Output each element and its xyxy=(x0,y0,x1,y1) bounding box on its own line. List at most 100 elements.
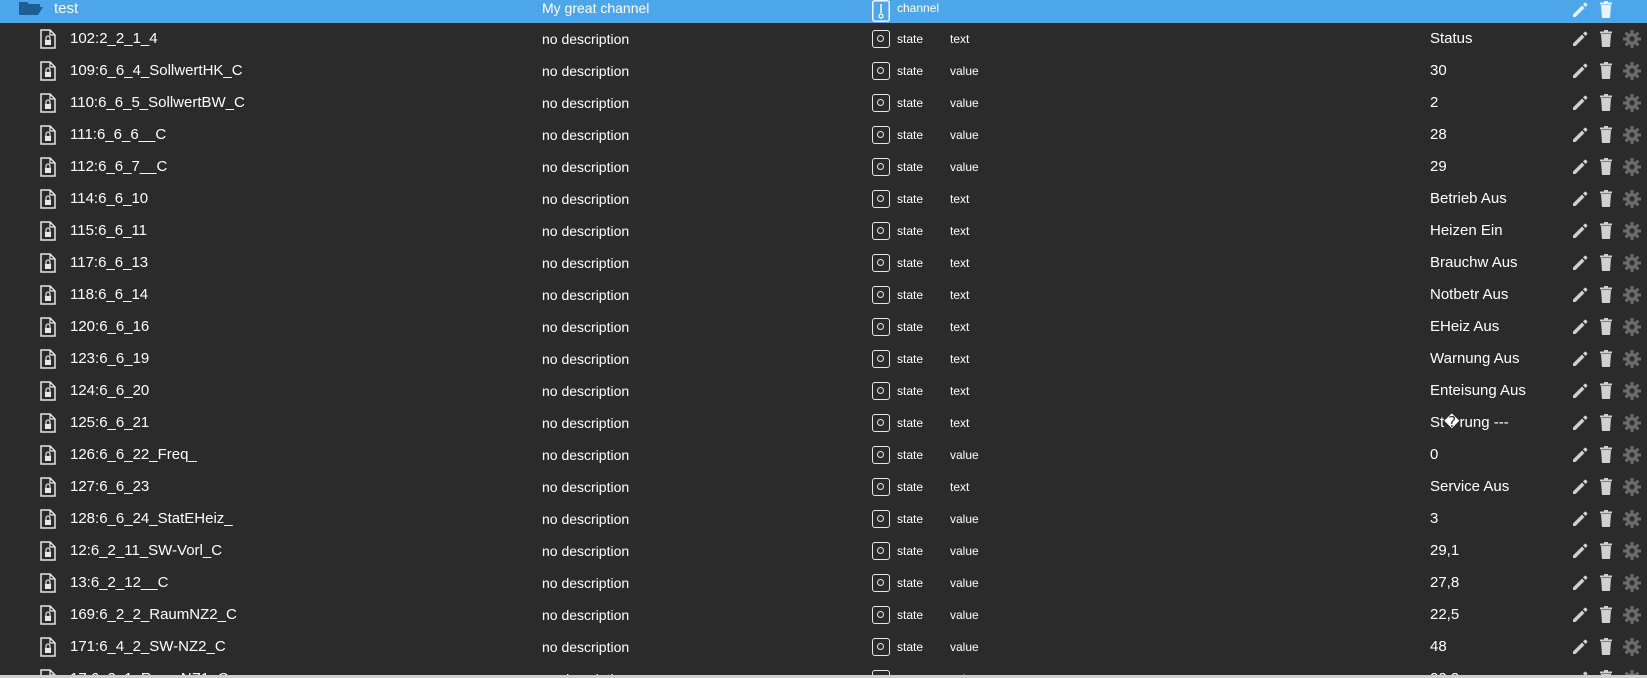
gear-icon[interactable] xyxy=(1622,509,1642,529)
trash-icon[interactable] xyxy=(1596,157,1616,177)
pencil-icon[interactable] xyxy=(1570,413,1590,433)
gear-icon[interactable] xyxy=(1622,413,1642,433)
gear-icon[interactable] xyxy=(1622,189,1642,209)
state-value[interactable]: 28 xyxy=(1430,119,1447,151)
state-row[interactable]: 13:6_2_12__C no description state value … xyxy=(0,567,1647,599)
trash-icon[interactable] xyxy=(1596,29,1616,49)
state-row[interactable]: 12:6_2_11_SW-Vorl_C no description state… xyxy=(0,535,1647,567)
pencil-icon[interactable] xyxy=(1570,93,1590,113)
state-value[interactable]: Enteisung Aus xyxy=(1430,375,1526,407)
trash-icon[interactable] xyxy=(1596,605,1616,625)
pencil-icon[interactable] xyxy=(1570,573,1590,593)
state-row[interactable]: 169:6_2_2_RaumNZ2_C no description state… xyxy=(0,599,1647,631)
trash-icon[interactable] xyxy=(1596,509,1616,529)
pencil-icon[interactable] xyxy=(1570,221,1590,241)
pencil-icon[interactable] xyxy=(1570,285,1590,305)
gear-icon[interactable] xyxy=(1622,445,1642,465)
state-value[interactable]: 48 xyxy=(1430,631,1447,663)
trash-icon[interactable] xyxy=(1596,125,1616,145)
gear-icon[interactable] xyxy=(1622,125,1642,145)
trash-icon[interactable] xyxy=(1596,317,1616,337)
pencil-icon[interactable] xyxy=(1570,509,1590,529)
trash-icon[interactable] xyxy=(1596,93,1616,113)
gear-icon[interactable] xyxy=(1622,541,1642,561)
pencil-icon[interactable] xyxy=(1570,477,1590,497)
state-value[interactable]: Heizen Ein xyxy=(1430,215,1503,247)
gear-icon[interactable] xyxy=(1622,573,1642,593)
pencil-icon[interactable] xyxy=(1570,29,1590,49)
trash-icon[interactable] xyxy=(1596,573,1616,593)
state-row[interactable]: 120:6_6_16 no description state text EHe… xyxy=(0,311,1647,343)
state-value[interactable]: 29,1 xyxy=(1430,535,1459,567)
state-row[interactable]: 110:6_6_5_SollwertBW_C no description st… xyxy=(0,87,1647,119)
state-row[interactable]: 171:6_4_2_SW-NZ2_C no description state … xyxy=(0,631,1647,663)
pencil-icon[interactable] xyxy=(1570,189,1590,209)
state-value[interactable]: Betrieb Aus xyxy=(1430,183,1507,215)
state-value[interactable]: Service Aus xyxy=(1430,471,1509,503)
pencil-icon[interactable] xyxy=(1570,61,1590,81)
pencil-icon[interactable] xyxy=(1570,317,1590,337)
trash-icon[interactable] xyxy=(1596,221,1616,241)
gear-icon[interactable] xyxy=(1622,381,1642,401)
gear-icon[interactable] xyxy=(1622,637,1642,657)
state-row[interactable]: 109:6_6_4_SollwertHK_C no description st… xyxy=(0,55,1647,87)
state-value[interactable]: 0 xyxy=(1430,439,1438,471)
state-value[interactable]: Warnung Aus xyxy=(1430,343,1520,375)
pencil-icon[interactable] xyxy=(1570,253,1590,273)
pencil-icon[interactable] xyxy=(1570,605,1590,625)
trash-icon[interactable] xyxy=(1596,349,1616,369)
gear-icon[interactable] xyxy=(1622,93,1642,113)
state-value[interactable]: 22,5 xyxy=(1430,599,1459,631)
state-row[interactable]: 125:6_6_21 no description state text St�… xyxy=(0,407,1647,439)
state-row[interactable]: 112:6_6_7__C no description state value … xyxy=(0,151,1647,183)
trash-icon[interactable] xyxy=(1596,477,1616,497)
trash-icon[interactable] xyxy=(1596,253,1616,273)
pencil-icon[interactable] xyxy=(1570,157,1590,177)
state-row[interactable]: 124:6_6_20 no description state text Ent… xyxy=(0,375,1647,407)
state-row[interactable]: 126:6_6_22_Freq_ no description state va… xyxy=(0,439,1647,471)
state-row[interactable]: 111:6_6_6__C no description state value … xyxy=(0,119,1647,151)
gear-icon[interactable] xyxy=(1622,317,1642,337)
pencil-icon[interactable] xyxy=(1570,125,1590,145)
pencil-icon[interactable] xyxy=(1570,381,1590,401)
gear-icon[interactable] xyxy=(1622,157,1642,177)
state-row[interactable]: 115:6_6_11 no description state text Hei… xyxy=(0,215,1647,247)
state-row[interactable]: 114:6_6_10 no description state text Bet… xyxy=(0,183,1647,215)
folder-open-icon[interactable] xyxy=(18,0,44,16)
trash-icon[interactable] xyxy=(1596,61,1616,81)
state-row[interactable]: 123:6_6_19 no description state text War… xyxy=(0,343,1647,375)
trash-icon[interactable] xyxy=(1596,445,1616,465)
trash-icon[interactable] xyxy=(1596,637,1616,657)
state-value[interactable]: EHeiz Aus xyxy=(1430,311,1499,343)
state-value[interactable]: 2 xyxy=(1430,87,1438,119)
state-value[interactable]: 29 xyxy=(1430,151,1447,183)
gear-icon[interactable] xyxy=(1622,29,1642,49)
pencil-icon[interactable] xyxy=(1570,445,1590,465)
trash-icon[interactable] xyxy=(1596,285,1616,305)
gear-icon[interactable] xyxy=(1622,253,1642,273)
state-row[interactable]: 127:6_6_23 no description state text Ser… xyxy=(0,471,1647,503)
gear-icon[interactable] xyxy=(1622,221,1642,241)
trash-icon[interactable] xyxy=(1596,0,1616,20)
channel-row[interactable]: test My great channel channel xyxy=(0,0,1647,23)
gear-icon[interactable] xyxy=(1622,605,1642,625)
state-row[interactable]: 118:6_6_14 no description state text Not… xyxy=(0,279,1647,311)
state-value[interactable]: 27,8 xyxy=(1430,567,1459,599)
gear-icon[interactable] xyxy=(1622,477,1642,497)
state-value[interactable]: 30 xyxy=(1430,55,1447,87)
gear-icon[interactable] xyxy=(1622,61,1642,81)
trash-icon[interactable] xyxy=(1596,189,1616,209)
pencil-icon[interactable] xyxy=(1570,541,1590,561)
state-value[interactable]: St�rung --- xyxy=(1430,407,1509,439)
state-row[interactable]: 102:2_2_1_4 no description state text St… xyxy=(0,23,1647,55)
state-row[interactable]: 128:6_6_24_StatEHeiz_ no description sta… xyxy=(0,503,1647,535)
trash-icon[interactable] xyxy=(1596,541,1616,561)
state-value[interactable]: Brauchw Aus xyxy=(1430,247,1518,279)
gear-icon[interactable] xyxy=(1622,285,1642,305)
pencil-icon[interactable] xyxy=(1570,349,1590,369)
pencil-icon[interactable] xyxy=(1570,637,1590,657)
state-value[interactable]: 3 xyxy=(1430,503,1438,535)
trash-icon[interactable] xyxy=(1596,381,1616,401)
pencil-icon[interactable] xyxy=(1570,0,1590,20)
state-value[interactable]: Status xyxy=(1430,23,1473,55)
